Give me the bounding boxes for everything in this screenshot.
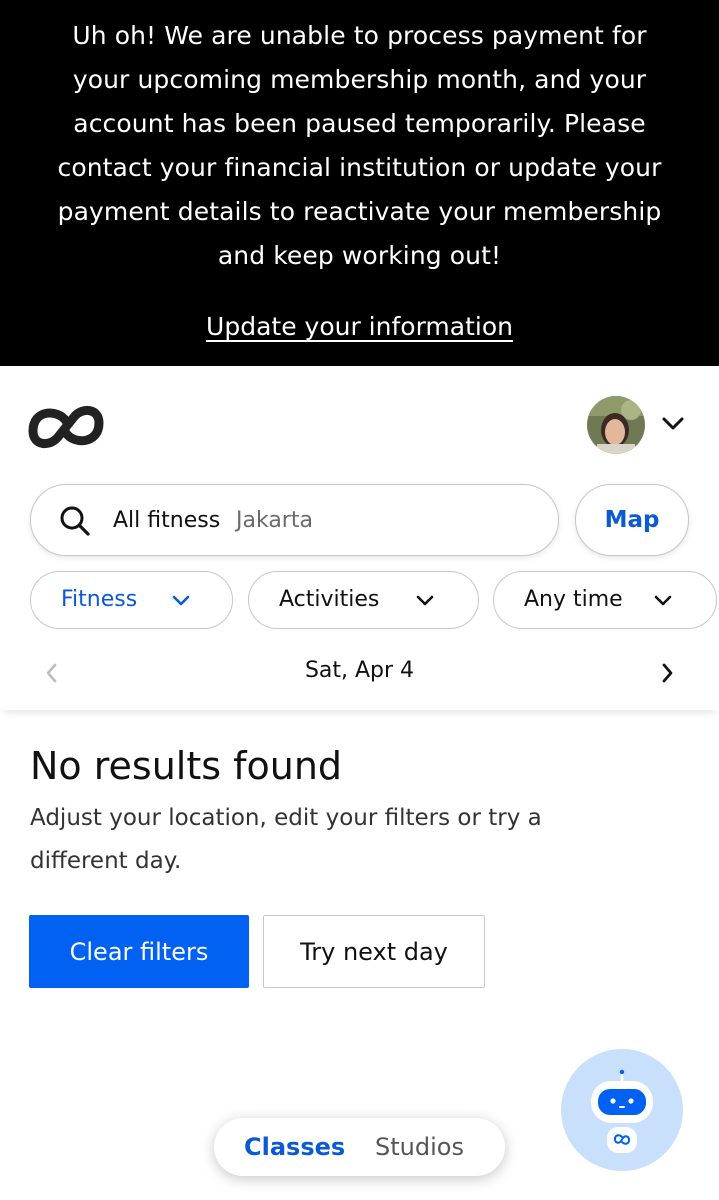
filter-fitness-label: Fitness [61, 587, 138, 612]
robot-assistant-icon [591, 1069, 653, 1153]
filter-anytime-chip[interactable]: Any time [493, 571, 717, 629]
update-information-link[interactable]: Update your information [0, 305, 719, 349]
assistant-button[interactable] [561, 1049, 683, 1171]
chevron-down-icon [416, 595, 434, 606]
chevron-down-icon[interactable] [660, 414, 686, 434]
classpass-logo-icon[interactable] [28, 400, 104, 454]
search-location-text: Jakarta [236, 508, 313, 533]
search-input[interactable]: All fitness Jakarta [30, 484, 559, 556]
payment-paused-banner: Uh oh! We are unable to process payment … [0, 0, 719, 366]
filter-activities-label: Activities [279, 587, 380, 612]
classes-studios-switcher: Classes Studios [214, 1118, 505, 1176]
search-icon [60, 506, 90, 536]
chevron-down-icon [654, 595, 672, 606]
try-next-day-button[interactable]: Try next day [263, 915, 485, 988]
avatar[interactable] [587, 396, 645, 454]
filter-activities-chip[interactable]: Activities [248, 571, 479, 629]
chevron-right-icon[interactable] [655, 662, 679, 684]
chevron-down-icon [172, 595, 190, 606]
user-avatar-image [587, 396, 645, 454]
banner-message: Uh oh! We are unable to process payment … [57, 21, 662, 270]
tab-classes[interactable]: Classes [244, 1130, 345, 1164]
filter-fitness-chip[interactable]: Fitness [30, 571, 233, 629]
search-activity-text: All fitness [113, 508, 221, 533]
no-results-title: No results found [30, 744, 343, 788]
no-results-description: Adjust your location, edit your filters … [30, 805, 542, 874]
clear-filters-button[interactable]: Clear filters [29, 915, 249, 988]
map-button[interactable]: Map [575, 484, 689, 556]
selected-date: Sat, Apr 4 [304, 658, 415, 683]
search-header: All fitness Jakarta Map Fitness Activiti… [0, 366, 719, 710]
filter-anytime-label: Any time [524, 587, 623, 612]
tab-studios[interactable]: Studios [375, 1130, 464, 1164]
